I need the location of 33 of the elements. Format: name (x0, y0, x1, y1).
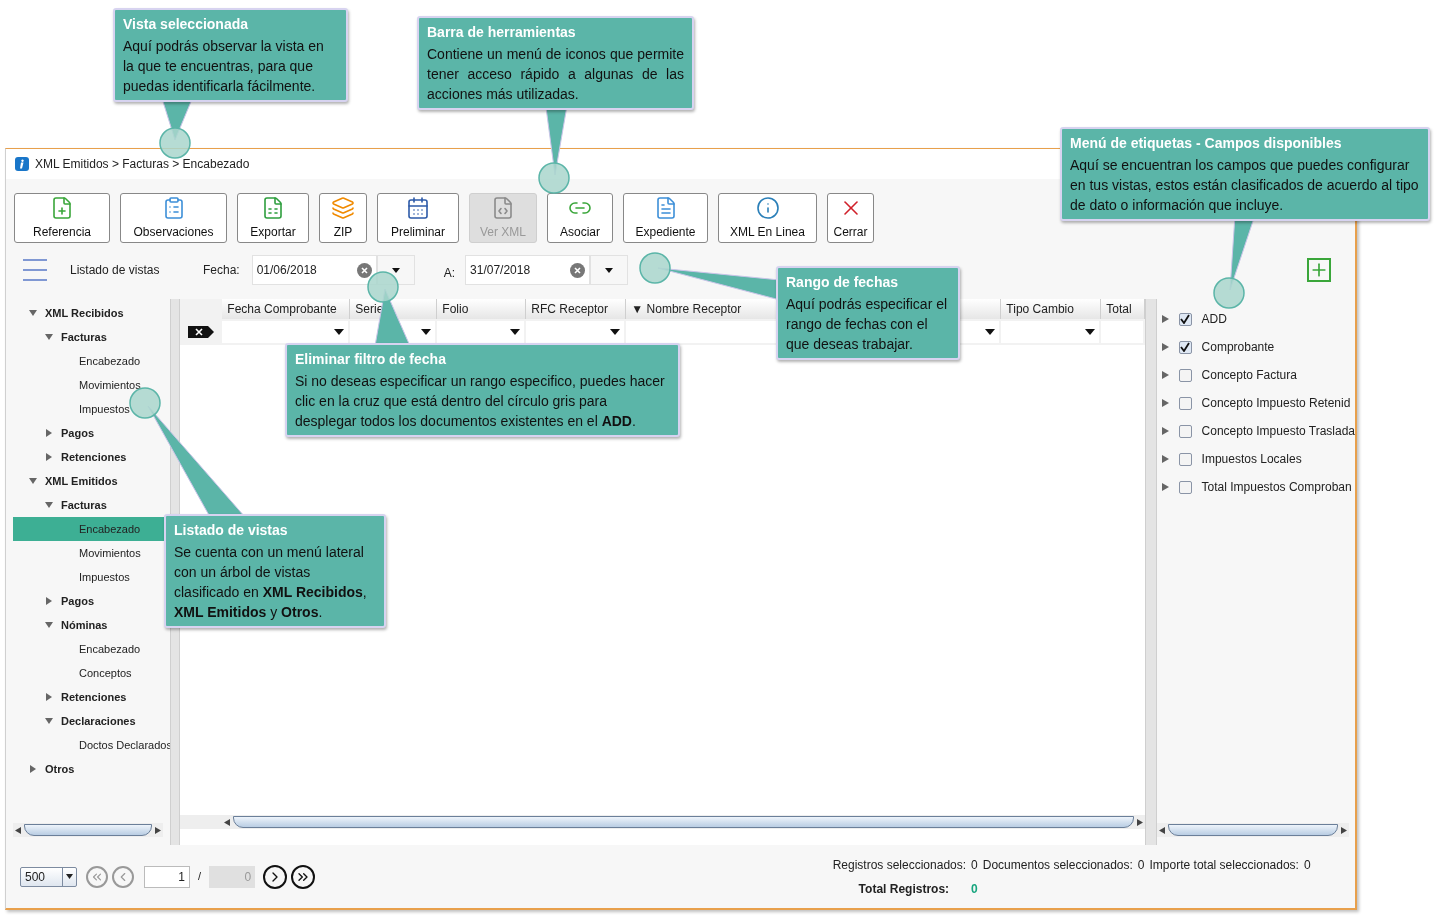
callout-text: Si no deseas especificar un rango especifico, puedes hacer clic en la cruz que está dentro del círculo gris para desplegar todos los documentos existentes en el ADD. (295, 372, 666, 431)
callout-text: Contiene un menú de iconos que permite tener acceso rápido a algunas de las acciones más utilizadas. (427, 45, 684, 104)
callout-title: Menú de etiquetas - Campos disponibles (1070, 134, 1343, 153)
amount-label: Importe total seleccionados: (1149, 856, 1299, 874)
amount-value: 0 (1303, 856, 1311, 874)
callout-text: Aquí podrás observar la vista en la que te encuentras, para que puedas identificarla fácilmente. (123, 37, 325, 96)
field-label: Comprobante (1201, 339, 1275, 356)
total-value: 0 (971, 880, 979, 898)
callout-title: Listado de vistas (174, 521, 289, 540)
selected-value: 0 (971, 856, 978, 874)
callout-text: Se cuenta con un menú lateral con un árbol de vistas clasificado en XML Recibidos, XML Emitidos y Otros. (174, 543, 368, 622)
callout-text: Aquí podrás especificar el rango de fechas con el que deseas trabajar. (786, 295, 949, 354)
callout-title: Rango de fechas (786, 273, 900, 292)
date-label: Fecha: (203, 262, 240, 279)
views-label: Listado de vistas (70, 262, 161, 279)
total-label: Total Registros: (857, 880, 951, 898)
callout-title: Barra de herramientas (427, 23, 577, 42)
breadcrumb: XML Emitidos > Facturas > Encabezado (35, 156, 250, 173)
pages-field: 0 (209, 865, 256, 888)
field-label: Concepto Impuesto Retenid (1201, 395, 1351, 412)
date-to-label: A: (443, 265, 456, 282)
field-label: Concepto Factura (1201, 367, 1297, 384)
page-separator: / (198, 869, 202, 885)
selected-label: Registros seleccionados: (831, 856, 968, 874)
callout-title: Vista seleccionada (123, 15, 250, 34)
field-label: ADD (1201, 311, 1227, 328)
callout-text: Aquí se encuentran los campos que puedes configurar en tus vistas, estos están clasificados de acuerdo al tipo de dato o información que incluye. (1070, 156, 1420, 215)
documents-label: Documentos seleccionados: (982, 856, 1133, 874)
field-label: Impuestos Locales (1201, 451, 1302, 468)
documents-value: 0 (1137, 856, 1145, 874)
callout-title: Eliminar filtro de fecha (295, 350, 447, 369)
field-label: Total Impuestos Comproban (1201, 479, 1352, 496)
field-label: Concepto Impuesto Traslada (1201, 423, 1355, 440)
